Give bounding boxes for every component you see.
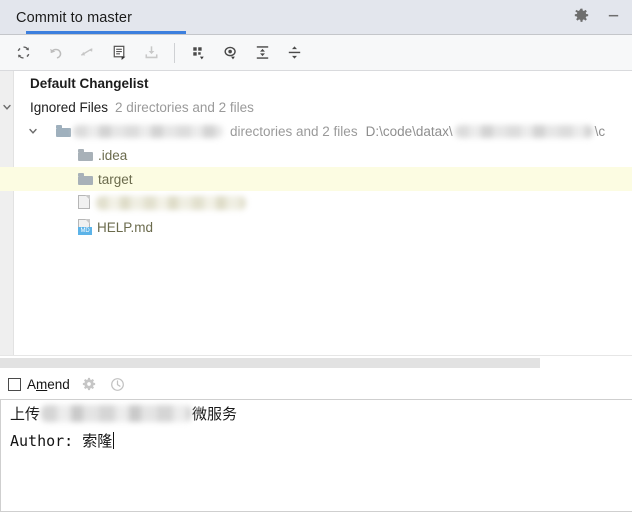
project-node-path: D:\code\datax\ xyxy=(365,123,453,139)
chevron-down-icon xyxy=(2,104,11,110)
ignored-files-label: Ignored Files xyxy=(30,99,109,115)
markdown-badge: MD xyxy=(78,227,92,235)
commit-message-line1-suffix: 微服务 xyxy=(192,405,238,423)
text-caret xyxy=(113,432,115,449)
preview-diff-button[interactable] xyxy=(215,39,245,67)
minimize-button[interactable] xyxy=(604,6,622,24)
window-titlebar: Commit to master xyxy=(0,0,632,35)
amend-label[interactable]: Amend xyxy=(27,377,70,392)
folder-icon xyxy=(78,149,93,161)
folder-icon xyxy=(78,173,93,185)
ignored-files-summary: 2 directories and 2 files xyxy=(115,99,254,115)
collapse-all-button[interactable] xyxy=(279,39,309,67)
commit-options-button[interactable] xyxy=(79,374,99,394)
titlebar-actions xyxy=(572,6,622,24)
collapse-all-icon xyxy=(288,46,300,59)
horizontal-scrollbar-thumb[interactable] xyxy=(0,358,540,368)
tree-row-ignored-files[interactable]: Ignored Files 2 directories and 2 files xyxy=(0,95,632,119)
project-path-overflow: \c xyxy=(594,123,606,139)
toolbar-separator xyxy=(174,42,175,63)
commit-message-editor[interactable]: 上传 微服务 Author: 索隆 xyxy=(0,399,632,512)
project-node-summary: directories and 2 files xyxy=(230,123,358,139)
tree-row-idea-folder[interactable]: .idea xyxy=(0,143,632,167)
redacted-file-label xyxy=(96,196,246,210)
help-md-label: HELP.md xyxy=(97,219,154,235)
changes-toolbar xyxy=(0,35,632,71)
file-icon xyxy=(78,195,92,211)
folder-icon xyxy=(56,125,71,137)
message-history-button[interactable] xyxy=(108,374,128,394)
horizontal-scrollbar-track[interactable] xyxy=(0,355,632,369)
amend-label-suffix: end xyxy=(47,376,70,392)
clock-history-icon xyxy=(111,377,125,391)
project-name-redacted xyxy=(73,124,223,138)
shelve-changes-button[interactable] xyxy=(136,39,166,67)
tree-row-redacted-file[interactable] xyxy=(0,191,632,215)
tree-row-default-changelist[interactable]: Default Changelist xyxy=(0,71,632,95)
eye-icon xyxy=(223,46,236,60)
amend-label-prefix: A xyxy=(27,376,37,392)
tab-label: Commit to master xyxy=(16,9,133,26)
expand-all-icon xyxy=(256,46,268,59)
tab-commit-to-master[interactable]: Commit to master xyxy=(14,1,186,34)
settings-button[interactable] xyxy=(572,6,590,24)
default-changelist-label: Default Changelist xyxy=(30,75,149,91)
gear-icon xyxy=(82,377,95,391)
group-by-button[interactable] xyxy=(183,39,213,67)
target-folder-label: target xyxy=(98,171,133,187)
amend-checkbox[interactable] xyxy=(8,377,21,391)
refresh-icon xyxy=(17,46,29,59)
tree-row-project-node[interactable]: directories and 2 files D:\code\datax\ \… xyxy=(0,119,632,143)
idea-folder-label: .idea xyxy=(98,147,128,163)
shelve-down-icon xyxy=(145,46,157,59)
commit-message-line1-prefix: 上传 xyxy=(10,405,41,423)
expand-all-button[interactable] xyxy=(247,39,277,67)
project-node-expand-chevron[interactable] xyxy=(26,119,39,143)
refresh-changes-button[interactable] xyxy=(8,39,38,67)
commit-message-line-2: Author: 索隆 xyxy=(1,427,632,454)
markdown-file-icon: MD xyxy=(78,219,92,235)
commit-changes-window: Commit to master Default Changelist Igno… xyxy=(0,0,632,512)
commit-message-line1-redacted xyxy=(41,405,192,422)
changes-tree-panel: Default Changelist Ignored Files 2 direc… xyxy=(0,71,632,369)
ignored-files-expand-chevron[interactable] xyxy=(0,95,13,119)
undo-icon xyxy=(49,48,61,59)
gear-icon xyxy=(574,8,588,22)
tree-row-target-folder[interactable]: target xyxy=(0,167,632,191)
tree-row-help-md[interactable]: MD HELP.md xyxy=(0,215,632,239)
tab-active-underline xyxy=(26,31,186,34)
amend-bar: Amend xyxy=(0,369,632,399)
rollback-button[interactable] xyxy=(40,39,70,67)
commit-message-line-1: 上传 微服务 xyxy=(1,400,632,427)
move-arrow-icon xyxy=(80,48,92,56)
group-by-icon xyxy=(192,47,204,60)
changelist-icon xyxy=(113,45,125,61)
minimize-icon xyxy=(608,14,618,16)
project-path-redacted xyxy=(454,124,593,138)
edit-changelist-button[interactable] xyxy=(104,39,134,67)
commit-message-line2: Author: 索隆 xyxy=(10,432,113,450)
move-to-changelist-button[interactable] xyxy=(72,39,102,67)
amend-label-mnemonic: m xyxy=(36,376,48,392)
changes-tree[interactable]: Default Changelist Ignored Files 2 direc… xyxy=(0,71,632,355)
chevron-down-icon xyxy=(28,128,37,134)
